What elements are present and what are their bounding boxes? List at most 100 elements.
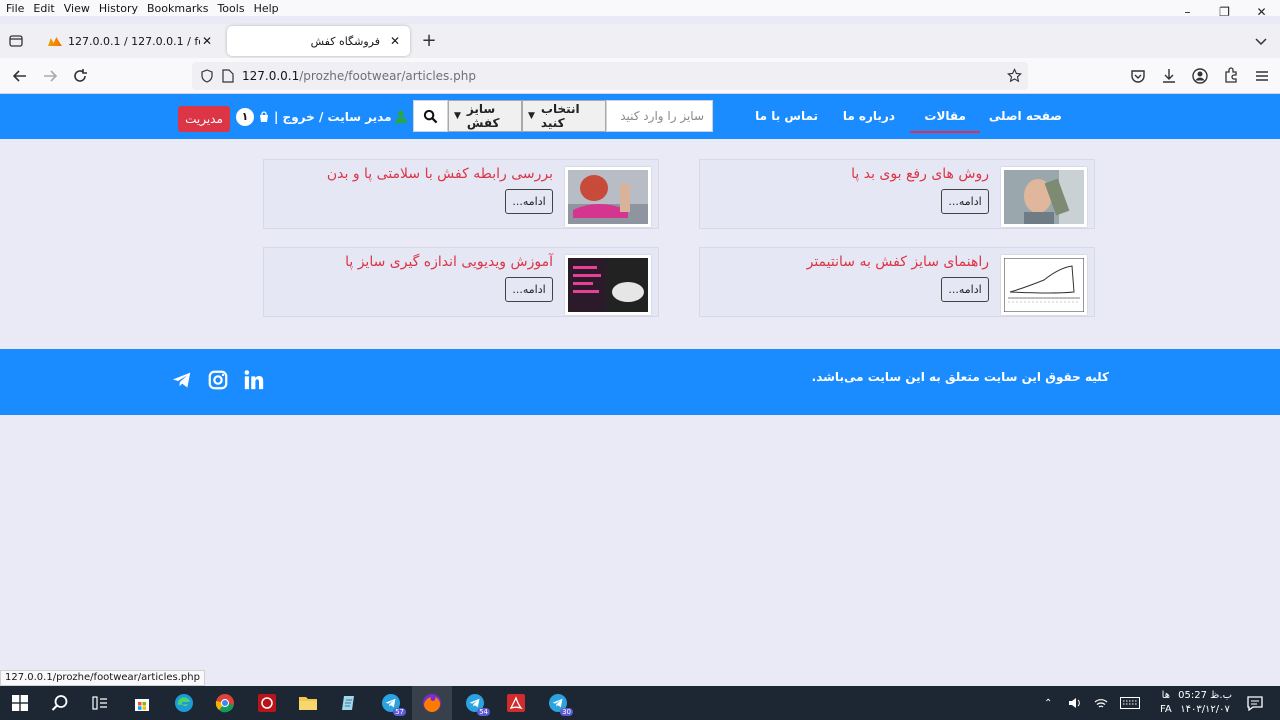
- edge-icon: [175, 694, 193, 712]
- file-explorer-app[interactable]: [295, 690, 321, 716]
- chevron-down-icon: ▼: [454, 111, 461, 121]
- start-button[interactable]: [7, 690, 33, 716]
- nav-articles[interactable]: مقالات: [910, 94, 980, 139]
- clock[interactable]: ب.ظ 05:27 ۱۴۰۳/۱۲/۰۷: [1178, 689, 1232, 717]
- shoe-size-select-value: سایز کفش: [466, 102, 500, 130]
- user-logout-text[interactable]: مدیر سایت / خروج |: [274, 110, 392, 124]
- article-card: آموزش ویدیویی اندازه گیری سایز پا ادامه.…: [263, 247, 659, 317]
- read-more-button[interactable]: ادامه...: [941, 277, 989, 302]
- telegram-icon[interactable]: [171, 369, 193, 391]
- menu-help[interactable]: Help: [254, 2, 279, 15]
- bookmark-star-icon[interactable]: [1007, 68, 1022, 83]
- menu-bookmarks[interactable]: Bookmarks: [147, 2, 208, 15]
- shield-icon[interactable]: [200, 69, 214, 83]
- close-tab-icon[interactable]: ✕: [200, 34, 214, 48]
- article-thumbnail[interactable]: [1001, 167, 1087, 227]
- telegram-app[interactable]: 54: [462, 690, 490, 716]
- windows-icon: [12, 695, 28, 711]
- chevron-up-icon[interactable]: ⌃: [1044, 698, 1052, 709]
- download-icon[interactable]: [1159, 66, 1179, 86]
- instagram-icon[interactable]: [207, 369, 229, 391]
- telegram-app[interactable]: 30: [545, 690, 573, 716]
- copyright-text: کلیه حقوق این سایت متعلق به این سایت می‌…: [811, 370, 1109, 384]
- notification-center-button[interactable]: [1242, 690, 1268, 716]
- notification-badge: 30: [560, 708, 573, 716]
- article-image: [1003, 257, 1085, 313]
- site-header: صفحه اصلی مقالات درباره ما تماس با ما ▼ …: [0, 94, 1280, 139]
- phpmyadmin-icon: [48, 37, 62, 46]
- address-bar[interactable]: 127.0.0.1/prozhe/footwear/articles.php: [192, 62, 1028, 90]
- notification-badge: 54: [477, 708, 490, 716]
- pocket-icon[interactable]: [1128, 66, 1148, 86]
- article-thumbnail[interactable]: [565, 255, 651, 315]
- search-button[interactable]: [413, 100, 448, 132]
- wifi-icon[interactable]: [1094, 696, 1108, 710]
- close-tab-icon[interactable]: ✕: [388, 34, 402, 48]
- menu-view[interactable]: View: [64, 2, 90, 15]
- read-more-button[interactable]: ادامه...: [941, 189, 989, 214]
- volume-icon[interactable]: [1068, 696, 1082, 710]
- pdf-icon: [507, 694, 525, 712]
- chrome-app[interactable]: [212, 690, 238, 716]
- choose-select[interactable]: ▼ انتخاب کنید: [522, 100, 606, 132]
- tab-list-icon[interactable]: [8, 33, 24, 49]
- store-app[interactable]: [129, 690, 155, 716]
- toolbar-right: [1128, 66, 1272, 86]
- tab-shoe-store[interactable]: فروشگاه کفش ✕: [227, 26, 410, 56]
- article-thumbnail[interactable]: [565, 167, 651, 227]
- clock-time: ب.ظ 05:27: [1178, 690, 1232, 701]
- page-info-icon[interactable]: [222, 69, 234, 83]
- hamburger-menu-icon[interactable]: [1252, 66, 1272, 86]
- chevron-down-icon[interactable]: [1254, 34, 1268, 48]
- forward-button[interactable]: [40, 66, 60, 86]
- admin-button[interactable]: مدیریت: [178, 106, 230, 132]
- minimize-button[interactable]: –: [1169, 0, 1206, 24]
- menu-file[interactable]: File: [6, 2, 24, 15]
- size-input[interactable]: [606, 100, 713, 132]
- firefox-app[interactable]: [412, 686, 452, 720]
- url-text: 127.0.0.1/prozhe/footwear/articles.php: [242, 69, 476, 83]
- nav-contact[interactable]: تماس با ما: [755, 94, 818, 139]
- read-more-button[interactable]: ادامه...: [505, 189, 553, 214]
- user-area: ۱ مدیر سایت / خروج |: [236, 94, 407, 139]
- arrow-right-icon: [44, 70, 58, 82]
- back-button[interactable]: [10, 66, 30, 86]
- new-tab-button[interactable]: +: [420, 32, 438, 50]
- nav-home[interactable]: صفحه اصلی: [989, 94, 1062, 139]
- search-taskbar-button[interactable]: [47, 690, 73, 716]
- article-card: بررسی رابطه کفش با سلامتی پا و بدن ادامه…: [263, 159, 659, 229]
- account-icon[interactable]: [1190, 66, 1210, 86]
- menu-history[interactable]: History: [99, 2, 138, 15]
- restore-button[interactable]: ❐: [1206, 0, 1243, 24]
- tab-title: فروشگاه کفش: [310, 34, 380, 48]
- read-more-button[interactable]: ادامه...: [505, 277, 553, 302]
- url-host: 127.0.0.1: [242, 69, 300, 83]
- app-red[interactable]: [254, 690, 280, 716]
- cart-count-badge[interactable]: ۱: [236, 107, 254, 126]
- article-title[interactable]: آموزش ویدیویی اندازه گیری سایز پا: [345, 254, 553, 270]
- article-title[interactable]: راهنمای سایز کفش به سانتیمتر: [807, 254, 989, 270]
- url-path: /prozhe/footwear/articles.php: [299, 69, 476, 83]
- close-window-button[interactable]: ✕: [1243, 0, 1280, 24]
- shoe-size-select[interactable]: ▼ سایز کفش: [448, 100, 522, 132]
- tab-strip: 127.0.0.1 / 127.0.0.1 / footwear ✕ فروشگ…: [0, 24, 1280, 58]
- shopping-bag-icon[interactable]: [258, 110, 270, 123]
- notepad-app[interactable]: [336, 690, 362, 716]
- keyboard-icon[interactable]: [1120, 697, 1141, 709]
- menu-tools[interactable]: Tools: [217, 2, 244, 15]
- tab-phpmyadmin[interactable]: 127.0.0.1 / 127.0.0.1 / footwear ✕: [40, 26, 222, 56]
- article-thumbnail[interactable]: [1001, 255, 1087, 315]
- menu-edit[interactable]: Edit: [33, 2, 54, 15]
- telegram-app[interactable]: 57: [378, 690, 406, 716]
- task-view-button[interactable]: [87, 690, 113, 716]
- nav-about[interactable]: درباره ما: [843, 94, 895, 139]
- extensions-icon[interactable]: [1221, 66, 1241, 86]
- language-indicator[interactable]: ها FA: [1160, 686, 1172, 720]
- article-title[interactable]: روش های رفع بوی بد پا: [851, 166, 989, 182]
- edge-app[interactable]: [171, 690, 197, 716]
- acrobat-app[interactable]: [503, 690, 529, 716]
- article-title[interactable]: بررسی رابطه کفش با سلامتی پا و بدن: [327, 166, 553, 182]
- chevron-down-icon: ▼: [528, 111, 535, 121]
- reload-button[interactable]: [70, 66, 90, 86]
- linkedin-icon[interactable]: [243, 369, 265, 391]
